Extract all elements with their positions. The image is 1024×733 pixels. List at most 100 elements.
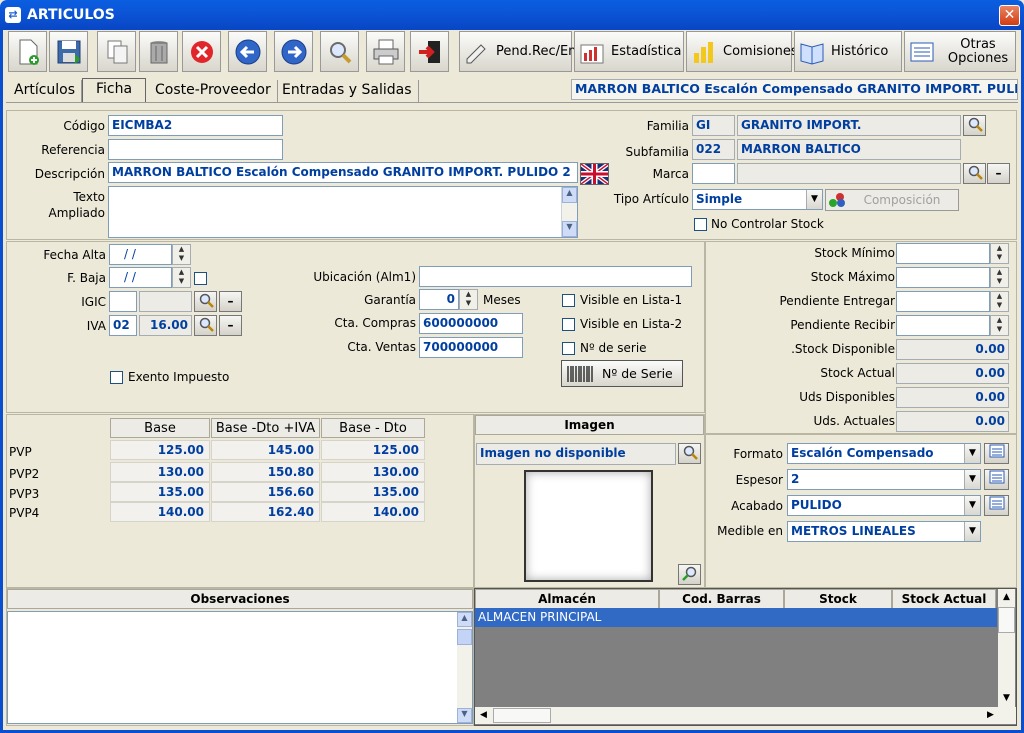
fecha-alta-spinner[interactable]: ▲ ▼ bbox=[172, 244, 191, 265]
save-button[interactable] bbox=[49, 31, 88, 72]
observaciones-scrollbar[interactable]: ▲ ▼ bbox=[457, 612, 472, 723]
chevron-down-icon[interactable]: ▼ bbox=[964, 444, 980, 463]
almacen-col-cod-barras[interactable]: Cod. Barras bbox=[659, 589, 784, 609]
referencia-field[interactable] bbox=[108, 139, 283, 160]
acabado-list-button[interactable] bbox=[984, 495, 1009, 516]
otras-opciones-button[interactable]: Otras Opciones bbox=[904, 31, 1016, 72]
visible-lista1-checkbox[interactable] bbox=[562, 294, 575, 307]
igic-clear-button[interactable]: – bbox=[219, 291, 242, 312]
stock-maximo-field[interactable] bbox=[896, 267, 990, 288]
almacen-vscrollbar[interactable]: ▲ ▼ bbox=[998, 589, 1015, 707]
pvp2-base-dto-iva-cell[interactable]: 150.80 bbox=[211, 462, 320, 482]
observaciones-textarea[interactable] bbox=[7, 611, 473, 724]
scroll-right-icon[interactable]: ▶ bbox=[982, 707, 999, 724]
pvp-base-cell[interactable]: 125.00 bbox=[110, 440, 210, 460]
tipo-articulo-select[interactable]: Simple bbox=[692, 189, 823, 210]
scroll-down-icon[interactable]: ▼ bbox=[998, 690, 1015, 707]
marca-code-field[interactable] bbox=[692, 163, 735, 184]
marca-clear-button[interactable]: – bbox=[987, 163, 1010, 184]
descripcion-field[interactable]: MARRON BALTICO Escalón Compensado GRANIT… bbox=[108, 162, 578, 183]
scroll-up-icon[interactable]: ▲ bbox=[998, 589, 1015, 606]
delete-button[interactable] bbox=[139, 31, 178, 72]
scroll-down-icon[interactable]: ▼ bbox=[562, 221, 577, 237]
familia-search-button[interactable] bbox=[963, 115, 986, 136]
ubicacion-field[interactable] bbox=[419, 266, 692, 287]
formato-list-button[interactable] bbox=[984, 443, 1009, 464]
pvp3-base-dto-iva-cell[interactable]: 156.60 bbox=[211, 482, 320, 502]
imagen-search-button[interactable] bbox=[678, 443, 701, 464]
chevron-down-icon[interactable]: ▼ bbox=[964, 522, 980, 541]
cancel-button[interactable] bbox=[182, 31, 221, 72]
familia-code-field[interactable]: GI bbox=[692, 115, 735, 136]
pvp4-base-dto-iva-cell[interactable]: 162.40 bbox=[211, 502, 320, 522]
chevron-down-icon[interactable]: ▼ bbox=[964, 470, 980, 489]
garantia-field[interactable]: 0 bbox=[419, 289, 459, 310]
pvp3-base-dto-cell[interactable]: 135.00 bbox=[321, 482, 425, 502]
pendiente-entregar-field[interactable] bbox=[896, 291, 990, 312]
next-button[interactable] bbox=[274, 31, 313, 72]
scroll-thumb[interactable] bbox=[457, 629, 472, 645]
stock-minimo-spinner[interactable]: ▲ ▼ bbox=[990, 243, 1009, 264]
scroll-up-icon[interactable]: ▲ bbox=[457, 612, 472, 627]
cta-compras-field[interactable]: 600000000 bbox=[419, 313, 523, 334]
subfamilia-code-field[interactable]: 022 bbox=[692, 139, 735, 160]
nserie-checkbox[interactable] bbox=[562, 342, 575, 355]
codigo-field[interactable]: EICMBA2 bbox=[108, 115, 283, 136]
almacen-col-almacen[interactable]: Almacén bbox=[475, 589, 659, 609]
pvp2-base-dto-cell[interactable]: 130.00 bbox=[321, 462, 425, 482]
previous-button[interactable] bbox=[228, 31, 267, 72]
comisiones-button[interactable]: Comisiones bbox=[686, 31, 798, 72]
espesor-select[interactable]: 2 bbox=[787, 469, 981, 490]
nserie-button[interactable]: Nº de Serie bbox=[561, 360, 683, 387]
pendiente-entregar-spinner[interactable]: ▲ ▼ bbox=[990, 291, 1009, 312]
almacen-row[interactable]: ALMACEN PRINCIPAL bbox=[475, 608, 997, 627]
close-button[interactable]: ✕ bbox=[999, 5, 1020, 26]
almacen-hscrollbar[interactable]: ◀ ▶ bbox=[475, 707, 1016, 724]
f-baja-field[interactable]: / / bbox=[109, 267, 172, 288]
igic-code-field[interactable] bbox=[109, 291, 137, 312]
almacen-col-stock-disponible[interactable]: Stock Disponible bbox=[784, 589, 892, 624]
igic-search-button[interactable] bbox=[194, 291, 217, 312]
exento-impuesto-checkbox[interactable] bbox=[110, 371, 123, 384]
chevron-down-icon[interactable]: ▼ bbox=[964, 496, 980, 515]
iva-search-button[interactable] bbox=[194, 315, 217, 336]
pvp-base-dto-cell[interactable]: 125.00 bbox=[321, 440, 425, 460]
estadistica-button[interactable]: Estadística bbox=[574, 31, 684, 72]
new-button[interactable] bbox=[8, 31, 47, 72]
exit-button[interactable] bbox=[410, 31, 449, 72]
composicion-button[interactable]: Composición bbox=[825, 189, 959, 211]
chevron-down-icon[interactable]: ▼ bbox=[806, 190, 822, 209]
f-baja-checkbox[interactable] bbox=[194, 272, 207, 285]
cta-ventas-field[interactable]: 700000000 bbox=[419, 337, 523, 358]
scroll-thumb[interactable] bbox=[493, 708, 551, 723]
historico-button[interactable]: Histórico bbox=[794, 31, 902, 72]
scroll-left-icon[interactable]: ◀ bbox=[475, 707, 492, 724]
no-controlar-stock-checkbox[interactable] bbox=[694, 218, 707, 231]
stock-maximo-spinner[interactable]: ▲ ▼ bbox=[990, 267, 1009, 288]
tab-entradas-salidas[interactable]: Entradas y Salidas bbox=[276, 80, 419, 102]
fecha-alta-field[interactable]: / / bbox=[109, 244, 172, 265]
print-button[interactable] bbox=[366, 31, 405, 72]
pvp4-base-dto-cell[interactable]: 140.00 bbox=[321, 502, 425, 522]
espesor-list-button[interactable] bbox=[984, 469, 1009, 490]
iva-code-field[interactable]: 02 bbox=[109, 315, 137, 336]
scroll-thumb[interactable] bbox=[998, 607, 1015, 633]
search-button[interactable] bbox=[320, 31, 359, 72]
tab-coste-proveedor[interactable]: Coste-Proveedor bbox=[149, 80, 278, 102]
marca-search-button[interactable] bbox=[963, 163, 986, 184]
texto-ampliado-field[interactable] bbox=[108, 186, 578, 238]
pvp-base-dto-iva-cell[interactable]: 145.00 bbox=[211, 440, 320, 460]
scroll-down-icon[interactable]: ▼ bbox=[457, 708, 472, 723]
formato-select[interactable]: Escalón Compensado bbox=[787, 443, 981, 464]
garantia-spinner[interactable]: ▲ ▼ bbox=[459, 289, 478, 310]
visible-lista2-checkbox[interactable] bbox=[562, 318, 575, 331]
imagen-zoom-button[interactable] bbox=[678, 564, 701, 585]
tab-ficha[interactable]: Ficha bbox=[82, 78, 146, 102]
acabado-select[interactable]: PULIDO bbox=[787, 495, 981, 516]
copy-button[interactable] bbox=[97, 31, 136, 72]
almacen-col-stock-actual[interactable]: Stock Actual bbox=[892, 589, 996, 609]
medible-select[interactable]: METROS LINEALES bbox=[787, 521, 981, 542]
pvp4-base-cell[interactable]: 140.00 bbox=[110, 502, 210, 522]
texto-scrollbar[interactable]: ▲ ▼ bbox=[561, 187, 577, 237]
pendiente-recibir-field[interactable] bbox=[896, 315, 990, 336]
